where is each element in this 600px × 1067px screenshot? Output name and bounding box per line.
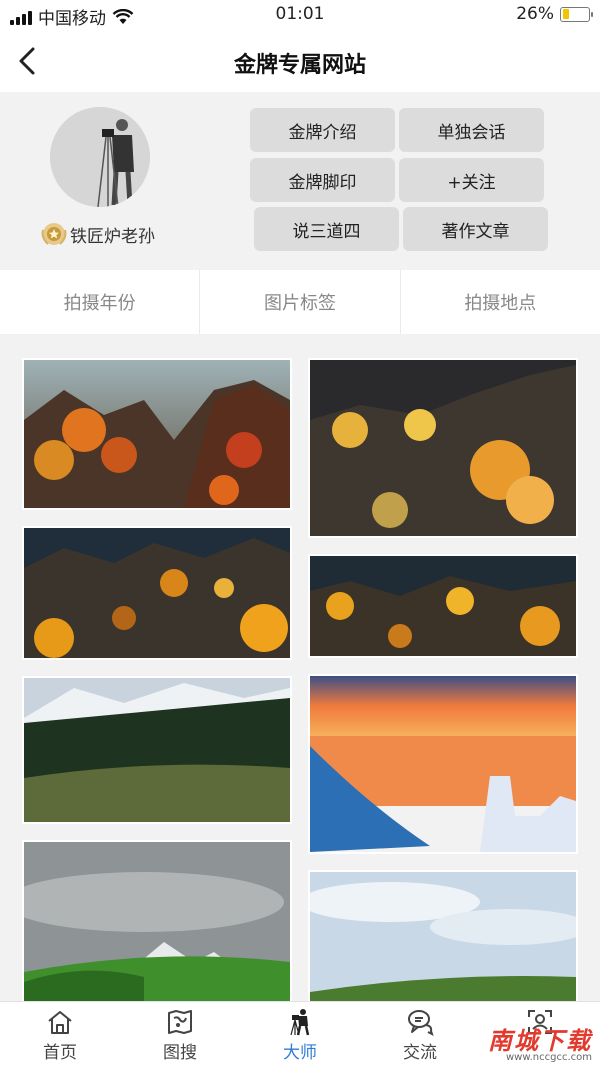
photo-gallery	[0, 334, 600, 1001]
tab-masters-label: 大师	[283, 1043, 317, 1063]
nav-bar: 金牌专属网站	[0, 30, 600, 92]
filter-location[interactable]: 拍摄地点	[401, 270, 600, 334]
status-right: 26%	[516, 4, 593, 24]
follow-button[interactable]: +关注	[399, 158, 544, 202]
tab-exchange-label: 交流	[403, 1043, 437, 1063]
footprint-button[interactable]: 金牌脚印	[250, 158, 395, 202]
tab-home[interactable]: 首页	[0, 1002, 120, 1067]
status-bar: 中国移动 01:01 26%	[0, 0, 600, 30]
filter-tags[interactable]: 图片标签	[200, 270, 401, 334]
bottom-tab-bar: 首页 图搜 大师 交流 南城下载 www.nccgcc.com	[0, 1001, 600, 1067]
photo-sky-meadow[interactable]	[308, 870, 578, 1001]
photo-autumn-rocks-2[interactable]	[308, 554, 578, 658]
avatar[interactable]	[50, 107, 150, 207]
page-title: 金牌专属网站	[233, 53, 366, 78]
photo-autumn-rocks-1[interactable]	[22, 526, 292, 660]
watermark: 南城下载 www.nccgcc.com	[488, 1021, 592, 1063]
photo-green-hills[interactable]	[22, 840, 292, 1001]
map-search-icon	[168, 1010, 192, 1034]
status-time: 01:01	[275, 4, 325, 24]
photo-autumn-valley[interactable]	[22, 358, 292, 510]
battery-fill	[562, 9, 569, 19]
tab-image-search[interactable]: 图搜	[120, 1002, 240, 1067]
chat-button[interactable]: 单独会话	[399, 108, 544, 152]
home-icon	[48, 1011, 72, 1034]
battery-percent: 26%	[516, 4, 554, 24]
photographer-avatar-image	[50, 107, 150, 207]
battery-icon	[560, 6, 593, 22]
user-name: 铁匠炉老孙	[70, 226, 155, 247]
gold-medal-icon	[41, 223, 67, 245]
filter-year[interactable]: 拍摄年份	[0, 270, 201, 334]
photo-forest-meadow[interactable]	[22, 676, 292, 824]
filter-tabs: 拍摄年份 图片标签 拍摄地点	[0, 270, 600, 334]
photo-lake-sunset[interactable]	[308, 674, 578, 854]
user-name-row: 铁匠炉老孙	[40, 220, 155, 248]
photographer-icon	[290, 1009, 310, 1036]
chat-icon	[408, 1010, 434, 1036]
tab-exchange[interactable]: 交流	[360, 1002, 480, 1067]
intro-button[interactable]: 金牌介绍	[250, 108, 395, 152]
articles-button[interactable]: 著作文章	[403, 207, 548, 251]
watermark-text: 南城下载	[488, 1027, 592, 1055]
profile-section: 铁匠炉老孙 金牌介绍 单独会话 金牌脚印 +关注 说三道四 著作文章	[0, 92, 600, 270]
tab-home-label: 首页	[43, 1043, 77, 1063]
tab-masters[interactable]: 大师	[240, 1002, 360, 1067]
tab-image-search-label: 图搜	[163, 1043, 197, 1063]
comments-button[interactable]: 说三道四	[254, 207, 399, 251]
photo-autumn-cliffs[interactable]	[308, 358, 578, 538]
